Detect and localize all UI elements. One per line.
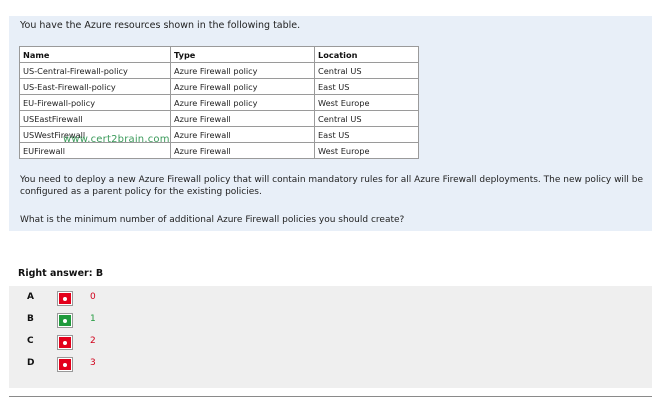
column-header-name: Name (19, 46, 171, 63)
cell-type: Azure Firewall policy (170, 78, 315, 95)
cell-location: Central US (314, 110, 419, 127)
cell-name: US-Central-Firewall-policy (19, 62, 171, 79)
option-value: 1 (90, 314, 96, 324)
option-b[interactable]: B 1 (9, 311, 209, 329)
column-header-type: Type (170, 46, 315, 63)
option-letter: B (27, 314, 34, 324)
option-value: 2 (90, 336, 96, 346)
watermark: www.cert2brain.com (63, 134, 170, 145)
option-c[interactable]: C 2 (9, 333, 209, 351)
cell-location: East US (314, 126, 419, 143)
wrong-marker-icon (57, 335, 73, 350)
table-row: US-East-Firewall-policy Azure Firewall p… (19, 78, 419, 95)
cell-location: West Europe (314, 94, 419, 111)
options-panel: A 0 B 1 C 2 D 3 (9, 286, 652, 388)
column-header-location: Location (314, 46, 419, 63)
option-letter: D (27, 358, 35, 368)
cell-name: EU-Firewall-policy (19, 94, 171, 111)
table-row: EU-Firewall-policy Azure Firewall policy… (19, 94, 419, 111)
option-value: 0 (90, 292, 96, 302)
cell-location: East US (314, 78, 419, 95)
option-value: 3 (90, 358, 96, 368)
question-paragraph-requirement: You need to deploy a new Azure Firewall … (20, 175, 644, 197)
table-row: USEastFirewall Azure Firewall Central US (19, 110, 419, 127)
cell-location: Central US (314, 62, 419, 79)
cell-type: Azure Firewall (170, 110, 315, 127)
option-letter: A (27, 292, 34, 302)
cell-name: US-East-Firewall-policy (19, 78, 171, 95)
option-a[interactable]: A 0 (9, 289, 209, 307)
cell-type: Azure Firewall policy (170, 62, 315, 79)
cell-type: Azure Firewall (170, 126, 315, 143)
cell-type: Azure Firewall (170, 142, 315, 159)
cell-name: USEastFirewall (19, 110, 171, 127)
option-d[interactable]: D 3 (9, 355, 209, 373)
cell-location: West Europe (314, 142, 419, 159)
table-row: US-Central-Firewall-policy Azure Firewal… (19, 62, 419, 79)
table-header-row: Name Type Location (19, 46, 419, 63)
cell-type: Azure Firewall policy (170, 94, 315, 111)
right-answer-label: Right answer: B (18, 268, 104, 279)
question-panel: You have the Azure resources shown in th… (9, 16, 652, 231)
question-intro: You have the Azure resources shown in th… (20, 20, 301, 31)
option-letter: C (27, 336, 34, 346)
correct-marker-icon (57, 313, 73, 328)
wrong-marker-icon (57, 291, 73, 306)
question-paragraph-ask: What is the minimum number of additional… (20, 215, 405, 225)
bottom-divider (9, 396, 652, 397)
wrong-marker-icon (57, 357, 73, 372)
